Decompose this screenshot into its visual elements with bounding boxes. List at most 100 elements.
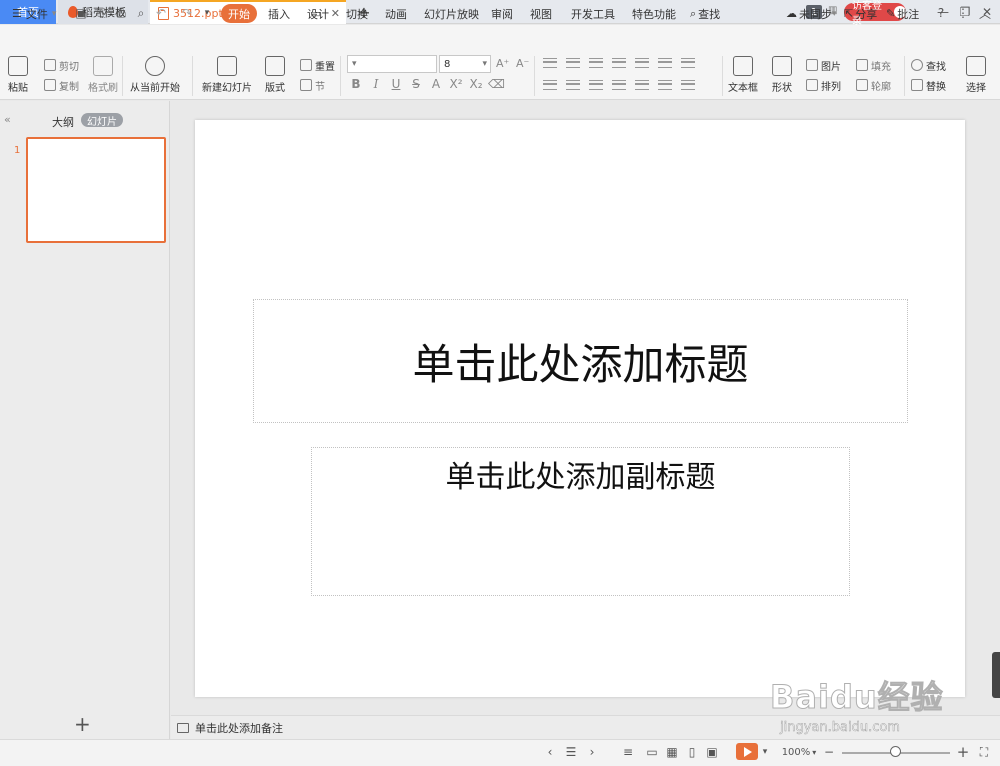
select-button[interactable]: 选择 bbox=[966, 56, 986, 94]
redo-icon[interactable]: ↷ bbox=[180, 6, 194, 20]
align-right-icon[interactable] bbox=[589, 80, 603, 90]
tab-design[interactable]: 设计 bbox=[307, 4, 329, 23]
picture-button[interactable]: 图片 bbox=[806, 56, 841, 74]
zoom-in-icon[interactable]: + bbox=[956, 743, 970, 761]
presenter-view-icon[interactable]: ▣ bbox=[704, 744, 720, 760]
zoom-out-icon[interactable]: − bbox=[822, 744, 836, 760]
normal-view-icon[interactable]: ▭ bbox=[644, 744, 660, 760]
increase-font-icon[interactable]: A⁺ bbox=[496, 57, 509, 70]
slideshow-options-icon[interactable]: ▾ bbox=[760, 744, 770, 760]
section-icon bbox=[300, 79, 312, 91]
font-size-value: 8 bbox=[444, 58, 451, 70]
watermark-url: jingyan.baidu.com bbox=[780, 720, 900, 736]
tab-slides[interactable]: 幻灯片 bbox=[81, 113, 123, 128]
save-icon[interactable]: ▣ bbox=[74, 6, 88, 20]
tab-slideshow[interactable]: 幻灯片放映 bbox=[424, 4, 479, 23]
text-direction-icon[interactable] bbox=[658, 58, 672, 68]
outline-button[interactable]: 轮廓 bbox=[856, 76, 891, 94]
side-widget[interactable] bbox=[992, 652, 1000, 698]
collapse-panel-icon[interactable]: « bbox=[4, 113, 11, 126]
share-doc-icon[interactable]: ⎘ bbox=[95, 6, 109, 20]
decrease-indent-icon[interactable] bbox=[589, 58, 603, 68]
distribute-icon[interactable] bbox=[635, 80, 649, 90]
clear-format-icon[interactable]: ⌫ bbox=[488, 77, 505, 91]
fill-button[interactable]: 填充 bbox=[856, 56, 891, 74]
next-slide-icon[interactable]: › bbox=[584, 744, 600, 760]
tab-special-features[interactable]: 特色功能 bbox=[632, 4, 676, 23]
font-color-icon[interactable]: A bbox=[428, 77, 444, 91]
italic-icon[interactable]: I bbox=[368, 77, 384, 91]
tab-outline[interactable]: 大纲 bbox=[52, 114, 74, 130]
copy-button[interactable]: 复制 bbox=[44, 76, 79, 94]
reset-button[interactable]: 重置 bbox=[300, 56, 335, 74]
numbered-list-icon[interactable] bbox=[566, 58, 580, 68]
collapse-ribbon-icon[interactable]: ︿ bbox=[978, 6, 992, 21]
tab-transition[interactable]: 切换 bbox=[346, 4, 368, 23]
fit-window-icon[interactable]: ⛶ bbox=[976, 744, 992, 760]
tab-review[interactable]: 审阅 bbox=[491, 4, 513, 23]
font-size-select[interactable]: 8 bbox=[439, 55, 491, 73]
layout-button[interactable]: 版式 bbox=[265, 56, 285, 94]
superscript-icon[interactable]: X² bbox=[448, 77, 464, 91]
print-preview-icon[interactable]: ⌕ bbox=[134, 6, 148, 20]
zoom-level[interactable]: 100% ▾ bbox=[780, 744, 818, 760]
strikethrough-icon[interactable]: S bbox=[408, 77, 424, 91]
tab-developer[interactable]: 开发工具 bbox=[571, 4, 615, 23]
sync-status[interactable]: ☁ 未同步 ▾ bbox=[786, 4, 837, 23]
underline-icon[interactable]: U bbox=[388, 77, 404, 91]
columns-icon[interactable] bbox=[681, 58, 695, 68]
fill-label: 填充 bbox=[871, 61, 891, 73]
cut-button[interactable]: 剪切 bbox=[44, 56, 79, 74]
play-circle-icon bbox=[145, 56, 165, 76]
help-icon[interactable]: ? bbox=[934, 6, 948, 20]
replace-button[interactable]: 替换 bbox=[911, 76, 946, 94]
font-family-select[interactable] bbox=[347, 55, 437, 73]
sorter-view-icon[interactable]: ▦ bbox=[664, 744, 680, 760]
bullet-list-icon[interactable] bbox=[543, 58, 557, 68]
file-menu[interactable]: ☰ 文件 ▾ bbox=[12, 4, 56, 23]
tab-insert[interactable]: 插入 bbox=[268, 4, 290, 23]
paste-button[interactable]: 粘贴 bbox=[8, 56, 28, 94]
tab-start[interactable]: 开始 bbox=[221, 4, 257, 23]
new-slide-button[interactable]: 新建幻灯片 bbox=[202, 56, 252, 94]
slide-list-icon[interactable]: ☰ bbox=[562, 744, 580, 760]
close-tab-icon[interactable]: ✕ bbox=[331, 7, 340, 20]
tab-animation[interactable]: 动画 bbox=[385, 4, 407, 23]
text-box-align-icon[interactable] bbox=[681, 80, 695, 90]
print-icon[interactable]: ⎙ bbox=[114, 6, 128, 20]
slide-canvas[interactable]: 单击此处添加标题 单击此处添加副标题 bbox=[195, 120, 965, 697]
increase-indent-icon[interactable] bbox=[612, 58, 626, 68]
line-spacing-icon[interactable] bbox=[635, 58, 649, 68]
bold-icon[interactable]: B bbox=[348, 77, 364, 91]
tab-view[interactable]: 视图 bbox=[530, 4, 552, 23]
vertical-align-icon[interactable] bbox=[658, 80, 672, 90]
share-button[interactable]: ⇱ 分享 bbox=[844, 4, 877, 23]
align-center-icon[interactable] bbox=[566, 80, 580, 90]
subscript-icon[interactable]: X₂ bbox=[468, 77, 484, 91]
notes-icon bbox=[177, 722, 189, 733]
comment-button[interactable]: ✎ 批注 bbox=[886, 4, 919, 23]
textbox-button[interactable]: 文本框 bbox=[728, 56, 758, 94]
customize-toolbar-icon[interactable]: ▾ bbox=[200, 6, 214, 20]
notes-toggle-icon[interactable]: ≡ bbox=[618, 744, 638, 760]
add-slide-icon[interactable]: + bbox=[74, 714, 91, 734]
slide-thumbnail[interactable] bbox=[26, 137, 166, 243]
format-painter-button[interactable]: 格式刷 bbox=[88, 56, 118, 94]
previous-slide-icon[interactable]: ‹ bbox=[542, 744, 558, 760]
menu-search[interactable]: ⌕ 查找 bbox=[690, 4, 720, 23]
play-from-current-button[interactable]: 从当前开始 bbox=[130, 56, 180, 94]
zoom-slider-handle[interactable] bbox=[890, 746, 901, 757]
find-button[interactable]: 查找 bbox=[911, 56, 946, 74]
undo-icon[interactable]: ↶ bbox=[154, 6, 168, 20]
title-placeholder[interactable]: 单击此处添加标题 bbox=[253, 299, 908, 423]
decrease-font-icon[interactable]: A⁻ bbox=[516, 57, 529, 70]
subtitle-placeholder[interactable]: 单击此处添加副标题 bbox=[311, 447, 850, 596]
justify-icon[interactable] bbox=[612, 80, 626, 90]
arrange-button[interactable]: 排列 bbox=[806, 76, 841, 94]
section-button[interactable]: 节 bbox=[300, 76, 325, 94]
start-slideshow-button[interactable] bbox=[736, 743, 758, 760]
shape-button[interactable]: 形状 bbox=[772, 56, 792, 94]
reading-view-icon[interactable]: ▯ bbox=[684, 744, 700, 760]
align-left-icon[interactable] bbox=[543, 80, 557, 90]
more-options-icon[interactable]: ⋮ bbox=[956, 6, 970, 20]
